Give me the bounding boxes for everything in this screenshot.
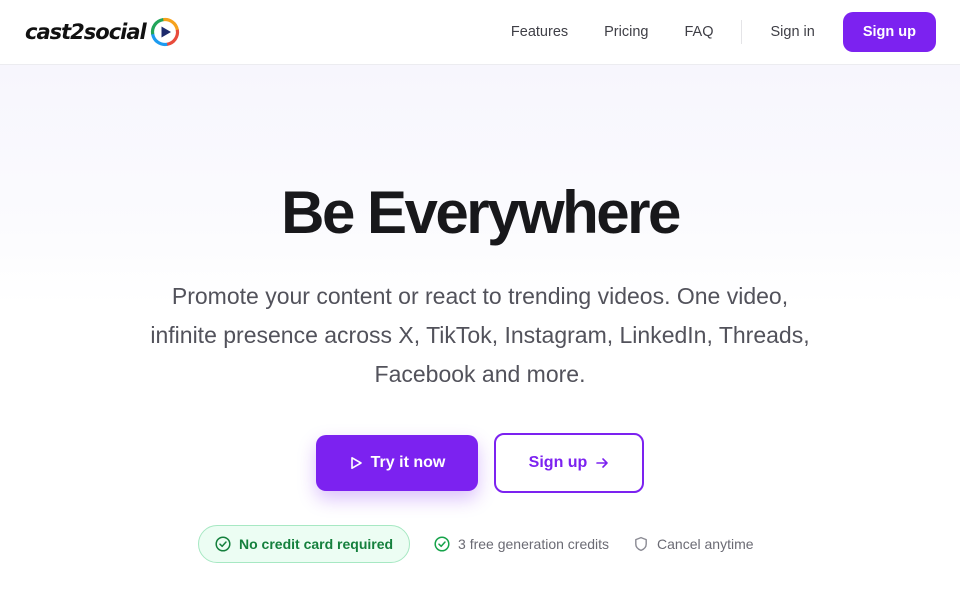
try-it-now-label: Try it now (370, 454, 446, 471)
trust-badges: No credit card required 3 free generatio… (198, 525, 754, 563)
hero-subtitle: Promote your content or react to trendin… (150, 283, 810, 387)
no-credit-card-badge: No credit card required (198, 525, 411, 563)
brand-logo[interactable]: cast2social (25, 17, 180, 47)
play-icon (350, 457, 362, 469)
play-logo-icon (150, 17, 179, 47)
page: cast2social Features Pricing FAQ Sign in… (0, 0, 960, 600)
no-credit-card-text: No credit card required (239, 536, 394, 552)
arrow-right-icon (596, 458, 609, 468)
nav-link-pricing[interactable]: Pricing (586, 0, 666, 65)
top-navbar: cast2social Features Pricing FAQ Sign in… (0, 0, 960, 65)
free-credits-badge: 3 free generation credits (434, 536, 609, 552)
cancel-anytime-badge: Cancel anytime (633, 536, 754, 552)
hero-section: Be Everywhere Promote your content or re… (0, 65, 960, 600)
hero-signup-button[interactable]: Sign up (494, 433, 644, 493)
hero-signup-label: Sign up (528, 454, 588, 471)
signin-link[interactable]: Sign in (752, 0, 832, 65)
shield-icon (635, 536, 647, 552)
check-circle-icon (434, 536, 450, 552)
nav-divider (741, 20, 743, 44)
try-it-now-button[interactable]: Try it now (316, 435, 478, 491)
nav-link-faq[interactable]: FAQ (666, 0, 731, 65)
brand-name: cast2social (25, 20, 147, 44)
free-credits-text: 3 free generation credits (458, 536, 610, 552)
nav-signup-button[interactable]: Sign up (842, 12, 936, 52)
nav-links: Features Pricing FAQ Sign in Sign up (493, 0, 936, 64)
cta-row: Try it now Sign up (0, 433, 960, 493)
cancel-anytime-text: Cancel anytime (657, 536, 754, 552)
nav-link-features[interactable]: Features (493, 0, 586, 65)
hero-title: Be Everywhere (281, 179, 681, 246)
check-circle-icon (215, 536, 231, 552)
